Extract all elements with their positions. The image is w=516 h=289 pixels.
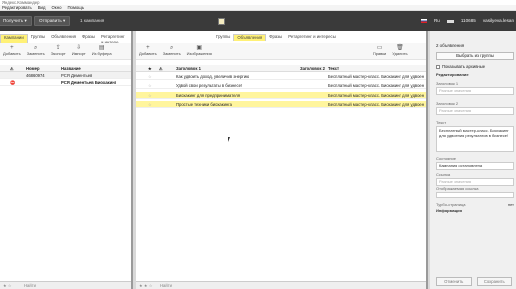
tab-retargeting[interactable]: Ретаргетинг и интересы <box>285 34 339 41</box>
error-icon: ⛔ <box>10 80 16 85</box>
star-icon[interactable]: ☆ <box>148 73 152 80</box>
cancel-button[interactable]: Отменить <box>436 277 472 286</box>
middle-grid-header: ★ ⚠ Заголовок 1 Заголовок 2 Текст <box>136 65 426 72</box>
middle-tabs: Группы Объявления Фразы Ретаргетинг и ин… <box>213 34 339 41</box>
column-title1[interactable]: Заголовок 1 <box>176 65 201 72</box>
paste-button[interactable]: ▤ Из буфера <box>90 43 114 57</box>
campaign-count: 1 кампания <box>80 18 105 23</box>
add-ad-button[interactable]: + Добавить <box>137 43 159 57</box>
mouse-cursor <box>228 137 230 142</box>
table-row[interactable]: ⛔ РСЯ Дементьев Биохакинг <box>0 79 131 86</box>
star-icon[interactable]: ☆ <box>148 92 152 99</box>
app-window: { "window": {"title": "Яндекс.Коммандер"… <box>0 0 516 289</box>
turbo-label: Турбо-страница нет <box>436 202 514 207</box>
export-button[interactable]: ⇪ Экспорт <box>49 43 68 57</box>
save-button[interactable]: Сохранить <box>476 277 512 286</box>
account-status: Ru 110685 vasilyeva.lesan <box>420 17 514 25</box>
left-actions: + Добавить ⌕ Заменить ⇪ Экспорт ⇩ Импорт ▤ Из… <box>0 43 131 60</box>
turbo-value: нет <box>507 202 514 207</box>
warning-column-icon: ⚠ <box>159 66 163 71</box>
balance-icon <box>446 19 454 23</box>
star-icon[interactable]: ☆ <box>148 82 152 89</box>
filter-input[interactable]: Найти <box>160 282 172 289</box>
table-row[interactable]: ☆ Как удвоить доход, увеличив энергию Бе… <box>136 73 426 80</box>
send-button[interactable]: Отправить ▾ <box>34 16 71 26</box>
display-link-input[interactable] <box>436 192 514 198</box>
star-icon[interactable]: ☆ <box>148 101 152 108</box>
star-icon[interactable]: ★ ☆ <box>3 282 12 289</box>
left-filter-bar: ★ ☆ Найти <box>0 281 131 289</box>
link-input[interactable]: Разные значения <box>436 178 514 186</box>
text-field[interactable]: Бесплатный мастер-класс. Биохакинг для у… <box>436 126 514 152</box>
checkbox-icon <box>436 64 440 69</box>
edit-footer: Отменить Сохранить <box>436 277 512 286</box>
menu-window[interactable]: Окно <box>51 5 61 10</box>
replace-button[interactable]: ⌕ Заменить <box>25 43 47 57</box>
table-row[interactable]: ☆ Удвой свои результаты в бизнесе! Беспл… <box>136 82 426 89</box>
edit-pane: 2 объявления Выбрать из группы Показыват… <box>430 31 516 289</box>
star-column-icon: ★ <box>148 66 152 71</box>
selection-header: 2 объявления <box>436 43 465 48</box>
select-from-group-button[interactable]: Выбрать из группы <box>436 52 514 60</box>
campaigns-pane: Кампании Группы Объявления Фразы Ретарге… <box>0 31 133 289</box>
column-text[interactable]: Текст <box>328 65 339 72</box>
ads-pane: Группы Объявления Фразы Ретаргетинг и ин… <box>136 31 428 289</box>
get-button[interactable]: Получить ▾ <box>0 16 32 26</box>
middle-filter-bar: ★ ★ ☆ Найти <box>136 281 426 289</box>
menu-edit[interactable]: Редактировать <box>2 5 32 10</box>
status-select[interactable]: Кампания остановлена <box>436 162 514 170</box>
flag-icon <box>420 19 427 23</box>
column-name[interactable]: Название <box>61 65 81 72</box>
delete-button[interactable]: 🗑 Удалить <box>390 43 409 57</box>
table-row[interactable]: ☆ Простые техники биохакинга Бесплатный … <box>136 101 426 108</box>
tab-ads[interactable]: Объявления <box>233 34 267 41</box>
table-row[interactable]: ☆ Биохакинг для предпринимателя Бесплатн… <box>136 92 426 99</box>
menu-view[interactable]: Вид <box>38 5 46 10</box>
table-row[interactable]: 46860974 РСЯ Дементьев <box>0 72 131 79</box>
middle-actions: + Добавить ⌕ Заменить ▣ Изображения ▭ Правки… <box>136 43 426 60</box>
info-label: Информация <box>436 208 462 213</box>
balance-value: 110685 <box>460 18 476 23</box>
column-title2[interactable]: Заголовок 2 <box>300 65 325 72</box>
region-label: Ru <box>433 18 440 23</box>
filter-input[interactable]: Найти <box>24 282 36 289</box>
title1-input[interactable]: Разные значения <box>436 87 514 95</box>
import-button[interactable]: ⇩ Импорт <box>70 43 88 57</box>
warning-column-icon: ⚠ <box>10 66 14 71</box>
editing-label: Редактирование <box>436 72 469 77</box>
edits-button[interactable]: ▭ Правки <box>371 43 388 57</box>
add-button[interactable]: + Добавить <box>1 43 23 57</box>
main-toolbar: Получить ▾ Отправить ▾ 1 кампания Ru 110… <box>0 11 516 31</box>
user-login[interactable]: vasilyeva.lesan <box>483 17 514 25</box>
notes-icon[interactable] <box>218 18 225 25</box>
column-number[interactable]: Номер <box>26 65 40 72</box>
tab-phrases[interactable]: Фразы <box>266 34 285 41</box>
star-icon[interactable]: ★ ★ ☆ <box>139 282 153 289</box>
left-grid-header: ⚠ Номер Название <box>0 65 131 72</box>
menu-help[interactable]: Помощь <box>67 5 84 10</box>
replace-ad-button[interactable]: ⌕ Заменить <box>161 43 183 57</box>
images-button[interactable]: ▣ Изображения <box>185 43 214 57</box>
tab-groups[interactable]: Группы <box>213 34 233 41</box>
title2-input[interactable]: Разные значения <box>436 107 514 115</box>
show-archived-checkbox[interactable]: Показывать архивные <box>430 63 516 70</box>
